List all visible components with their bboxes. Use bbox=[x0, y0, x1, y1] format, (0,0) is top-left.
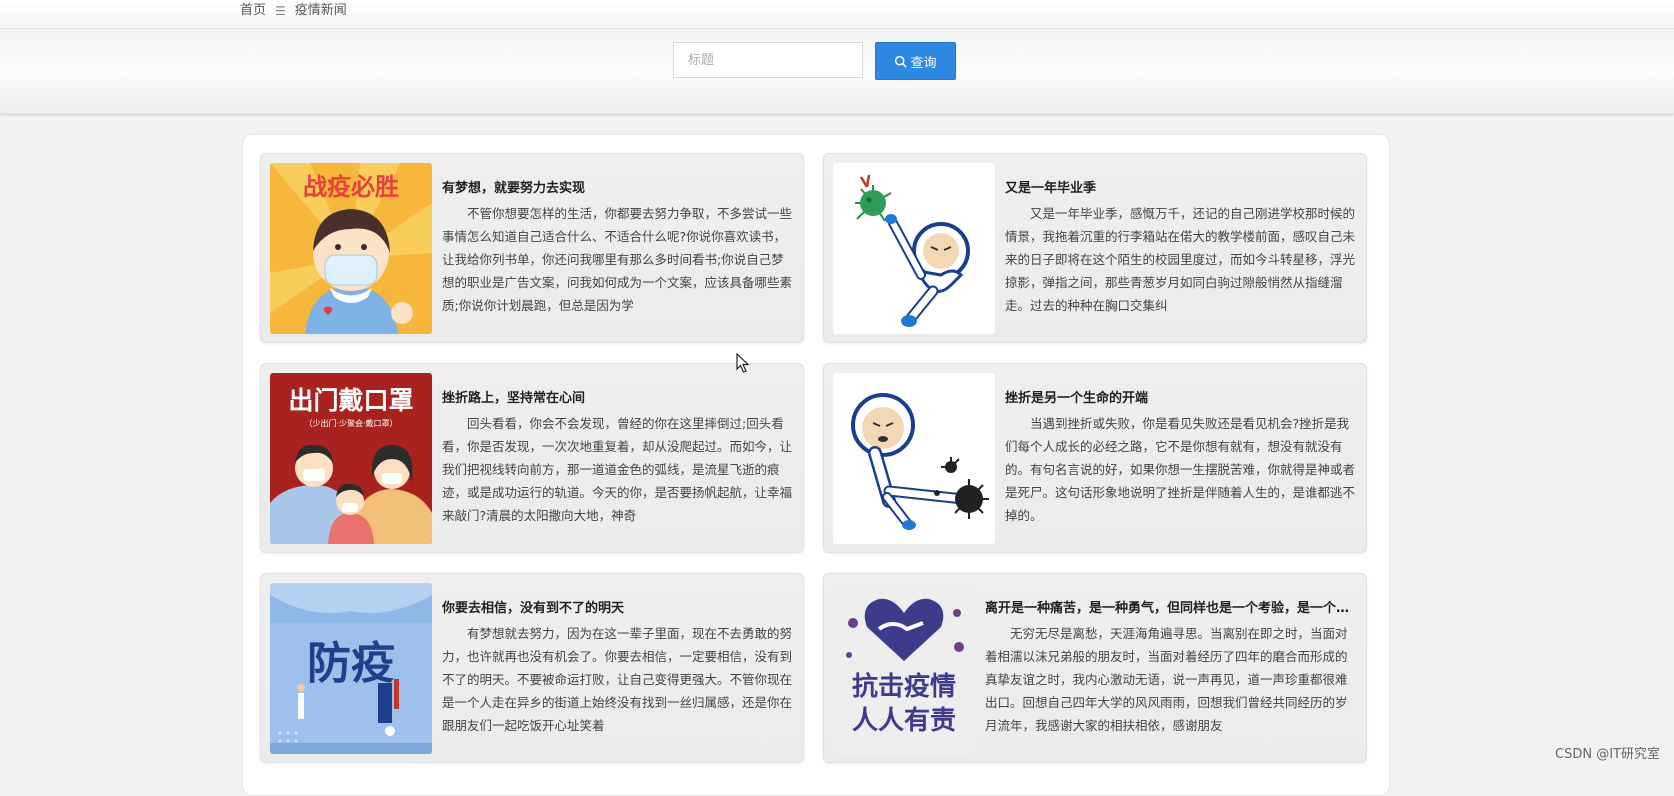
search-icon bbox=[895, 55, 907, 68]
news-thumbnail[interactable]: 出门戴口罩 （少出门·少聚会·戴口罩） bbox=[270, 373, 432, 544]
news-title[interactable]: 离开是一种痛苦，是一种勇气，但同样也是一个考验，是一个新的开始 bbox=[985, 597, 1355, 616]
thumbnail-text: 抗击疫情 bbox=[852, 671, 956, 702]
breadcrumb-bar: 首页 ☰ 疫情新闻 bbox=[0, 0, 1674, 29]
news-title[interactable]: 你要去相信，没有到不了的明天 bbox=[442, 597, 792, 616]
search-button-label: 查询 bbox=[910, 55, 937, 71]
search-bar: 查询 bbox=[0, 30, 1674, 115]
news-thumbnail[interactable] bbox=[833, 373, 995, 544]
news-card[interactable]: 挫折是另一个生命的开端 当遇到挫折或失败，你是看见失败还是看见机会?挫折是我们每… bbox=[823, 363, 1367, 553]
news-summary: 回头看看，你会不会发现，曾经的你在这里摔倒过;回头看看，你是否发现，一次次地重复… bbox=[442, 416, 792, 523]
thumbnail-text: 战疫必胜 bbox=[303, 173, 399, 201]
news-card[interactable]: 出门戴口罩 （少出门·少聚会·戴口罩） 挫折路上，坚持常在心间 回头看看，你会不… bbox=[260, 363, 804, 553]
news-thumbnail[interactable]: 战疫必胜 bbox=[270, 163, 432, 334]
news-thumbnail[interactable] bbox=[833, 163, 995, 334]
news-title[interactable]: 挫折是另一个生命的开端 bbox=[1005, 387, 1355, 406]
news-summary: 无穷无尽是离愁，天涯海角遍寻思。当离别在即之时，当面对着相濡以沫兄弟般的朋友时，… bbox=[985, 626, 1348, 733]
title-search-input[interactable] bbox=[673, 42, 863, 78]
news-card[interactable]: 又是一年毕业季 又是一年毕业季，感慨万千，还记的自己刚进学校那时候的情景，我拖着… bbox=[823, 153, 1367, 343]
mouse-cursor-icon bbox=[736, 353, 750, 373]
news-card[interactable]: 防疫 你要去相信，没有到不了的明天 有梦想就去努力，因为在这一辈子里面，现在不去… bbox=[260, 573, 804, 763]
news-card[interactable]: 抗击疫情 人人有责 离开是一种痛苦，是一种勇气，但同样也是一个考验，是一个新的开… bbox=[823, 573, 1367, 763]
news-thumbnail[interactable]: 防疫 bbox=[270, 583, 432, 754]
thumbnail-text: 防疫 bbox=[307, 638, 395, 689]
search-button[interactable]: 查询 bbox=[875, 42, 956, 80]
news-summary: 不管你想要怎样的生活，你都要去努力争取，不多尝试一些事情怎么知道自己适合什么、不… bbox=[442, 206, 792, 313]
news-summary: 当遇到挫折或失败，你是看见失败还是看见机会?挫折是我们每个人成长的必经之路，它不… bbox=[1005, 416, 1355, 523]
breadcrumb: 首页 ☰ 疫情新闻 bbox=[240, 3, 347, 19]
news-summary: 又是一年毕业季，感慨万千，还记的自己刚进学校那时候的情景，我拖着沉重的行李箱站在… bbox=[1005, 206, 1355, 313]
news-title[interactable]: 有梦想，就要努力去实现 bbox=[442, 177, 792, 196]
thumbnail-subtext: 人人有责 bbox=[852, 706, 956, 736]
breadcrumb-separator-icon: ☰ bbox=[275, 4, 286, 18]
watermark: CSDN @IT研究室 bbox=[1555, 747, 1660, 762]
breadcrumb-current: 疫情新闻 bbox=[294, 3, 347, 18]
breadcrumb-home[interactable]: 首页 bbox=[240, 3, 266, 19]
thumbnail-subtext: （少出门·少聚会·戴口罩） bbox=[304, 418, 397, 428]
news-title[interactable]: 挫折路上，坚持常在心间 bbox=[442, 387, 792, 406]
thumbnail-text: 出门戴口罩 bbox=[288, 386, 413, 415]
news-title[interactable]: 又是一年毕业季 bbox=[1005, 177, 1355, 196]
news-list-panel: 战疫必胜 有梦想，就要努力去实现 不管你想要怎样的生活，你都要去努力争取，不多尝… bbox=[242, 134, 1390, 796]
news-thumbnail[interactable]: 抗击疫情 人人有责 bbox=[833, 583, 975, 754]
news-card[interactable]: 战疫必胜 有梦想，就要努力去实现 不管你想要怎样的生活，你都要去努力争取，不多尝… bbox=[260, 153, 804, 343]
news-summary: 有梦想就去努力，因为在这一辈子里面，现在不去勇敢的努力，也许就再也没有机会了。你… bbox=[442, 626, 792, 733]
